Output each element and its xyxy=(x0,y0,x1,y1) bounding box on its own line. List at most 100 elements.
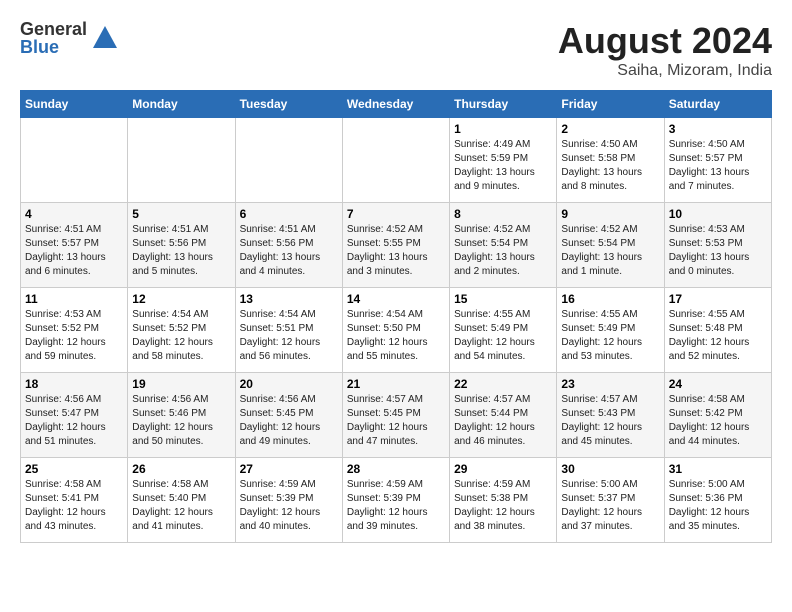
calendar-cell: 31 Sunrise: 5:00 AM Sunset: 5:36 PM Dayli… xyxy=(664,458,771,543)
column-header-sunday: Sunday xyxy=(21,91,128,118)
calendar-cell xyxy=(128,118,235,203)
calendar-week-1: 1 Sunrise: 4:49 AM Sunset: 5:59 PM Daylig… xyxy=(21,118,772,203)
calendar-week-2: 4 Sunrise: 4:51 AM Sunset: 5:57 PM Daylig… xyxy=(21,203,772,288)
day-info: Sunrise: 4:59 AM Sunset: 5:39 PM Dayligh… xyxy=(347,478,445,534)
calendar-cell: 10 Sunrise: 4:53 AM Sunset: 5:53 PM Dayli… xyxy=(664,203,771,288)
calendar-cell: 3 Sunrise: 4:50 AM Sunset: 5:57 PM Daylig… xyxy=(664,118,771,203)
day-number: 30 xyxy=(561,462,659,476)
day-number: 23 xyxy=(561,377,659,391)
day-info: Sunrise: 4:59 AM Sunset: 5:38 PM Dayligh… xyxy=(454,478,552,534)
calendar-cell: 1 Sunrise: 4:49 AM Sunset: 5:59 PM Daylig… xyxy=(450,118,557,203)
calendar-cell: 4 Sunrise: 4:51 AM Sunset: 5:57 PM Daylig… xyxy=(21,203,128,288)
calendar-cell: 25 Sunrise: 4:58 AM Sunset: 5:41 PM Dayli… xyxy=(21,458,128,543)
day-number: 4 xyxy=(25,207,123,221)
calendar-cell: 6Sunrise: 4:51 AM Sunset: 5:56 PM Daylig… xyxy=(235,203,342,288)
day-info: Sunrise: 4:56 AM Sunset: 5:47 PM Dayligh… xyxy=(25,393,123,449)
calendar-cell: 24 Sunrise: 4:58 AM Sunset: 5:42 PM Dayli… xyxy=(664,373,771,458)
calendar-cell xyxy=(235,118,342,203)
day-info: Sunrise: 5:00 AM Sunset: 5:37 PM Dayligh… xyxy=(561,478,659,534)
column-header-thursday: Thursday xyxy=(450,91,557,118)
day-info: Sunrise: 4:50 AM Sunset: 5:57 PM Dayligh… xyxy=(669,138,767,194)
calendar-cell: 23 Sunrise: 4:57 AM Sunset: 5:43 PM Dayli… xyxy=(557,373,664,458)
column-header-wednesday: Wednesday xyxy=(342,91,449,118)
day-number: 2 xyxy=(561,122,659,136)
calendar-cell: 21 Sunrise: 4:57 AM Sunset: 5:45 PM Dayli… xyxy=(342,373,449,458)
day-info: Sunrise: 4:54 AM Sunset: 5:50 PM Dayligh… xyxy=(347,308,445,364)
calendar-cell: 12 Sunrise: 4:54 AM Sunset: 5:52 PM Dayli… xyxy=(128,288,235,373)
day-number: 13 xyxy=(240,292,338,306)
calendar-cell xyxy=(21,118,128,203)
day-info: Sunrise: 4:54 AM Sunset: 5:51 PM Dayligh… xyxy=(240,308,338,364)
page-header: General Blue August 2024 Saiha, Mizoram,… xyxy=(20,20,772,80)
logo: General Blue xyxy=(20,20,119,56)
calendar-cell: 14 Sunrise: 4:54 AM Sunset: 5:50 PM Dayli… xyxy=(342,288,449,373)
day-number: 26 xyxy=(132,462,230,476)
day-info: Sunrise: 4:57 AM Sunset: 5:45 PM Dayligh… xyxy=(347,393,445,449)
location: Saiha, Mizoram, India xyxy=(558,62,772,80)
calendar-cell: 8Sunrise: 4:52 AM Sunset: 5:54 PM Daylig… xyxy=(450,203,557,288)
day-info: Sunrise: 4:51 AM Sunset: 5:57 PM Dayligh… xyxy=(25,223,123,279)
month-year: August 2024 xyxy=(558,20,772,62)
day-number: 21 xyxy=(347,377,445,391)
day-info: Sunrise: 4:52 AM Sunset: 5:54 PM Dayligh… xyxy=(454,223,552,279)
calendar-week-5: 25 Sunrise: 4:58 AM Sunset: 5:41 PM Dayli… xyxy=(21,458,772,543)
calendar-cell: 16 Sunrise: 4:55 AM Sunset: 5:49 PM Dayli… xyxy=(557,288,664,373)
day-number: 5 xyxy=(132,207,230,221)
calendar-cell: 7 Sunrise: 4:52 AM Sunset: 5:55 PM Daylig… xyxy=(342,203,449,288)
day-info: Sunrise: 4:53 AM Sunset: 5:52 PM Dayligh… xyxy=(25,308,123,364)
day-number: 11 xyxy=(25,292,123,306)
day-number: 22 xyxy=(454,377,552,391)
calendar-cell: 19 Sunrise: 4:56 AM Sunset: 5:46 PM Dayli… xyxy=(128,373,235,458)
logo-blue-text: Blue xyxy=(20,38,87,56)
calendar-cell xyxy=(342,118,449,203)
day-number: 17 xyxy=(669,292,767,306)
day-info: Sunrise: 4:58 AM Sunset: 5:41 PM Dayligh… xyxy=(25,478,123,534)
day-info: Sunrise: 4:49 AM Sunset: 5:59 PM Dayligh… xyxy=(454,138,552,194)
day-info: Sunrise: 4:51 AM Sunset: 5:56 PM Dayligh… xyxy=(132,223,230,279)
day-number: 25 xyxy=(25,462,123,476)
day-number: 27 xyxy=(240,462,338,476)
day-number: 31 xyxy=(669,462,767,476)
day-number: 15 xyxy=(454,292,552,306)
day-number: 9 xyxy=(561,207,659,221)
calendar-cell: 30 Sunrise: 5:00 AM Sunset: 5:37 PM Dayli… xyxy=(557,458,664,543)
calendar-table: SundayMondayTuesdayWednesdayThursdayFrid… xyxy=(20,90,772,543)
day-info: Sunrise: 4:56 AM Sunset: 5:46 PM Dayligh… xyxy=(132,393,230,449)
day-info: Sunrise: 4:53 AM Sunset: 5:53 PM Dayligh… xyxy=(669,223,767,279)
day-info: Sunrise: 4:58 AM Sunset: 5:42 PM Dayligh… xyxy=(669,393,767,449)
logo-icon xyxy=(91,24,119,52)
day-info: Sunrise: 4:54 AM Sunset: 5:52 PM Dayligh… xyxy=(132,308,230,364)
day-number: 12 xyxy=(132,292,230,306)
day-info: Sunrise: 4:57 AM Sunset: 5:44 PM Dayligh… xyxy=(454,393,552,449)
calendar-cell: 20Sunrise: 4:56 AM Sunset: 5:45 PM Dayli… xyxy=(235,373,342,458)
day-info: Sunrise: 4:55 AM Sunset: 5:49 PM Dayligh… xyxy=(561,308,659,364)
logo-general-text: General xyxy=(20,20,87,38)
day-info: Sunrise: 4:52 AM Sunset: 5:55 PM Dayligh… xyxy=(347,223,445,279)
calendar-cell: 26Sunrise: 4:58 AM Sunset: 5:40 PM Dayli… xyxy=(128,458,235,543)
calendar-cell: 18 Sunrise: 4:56 AM Sunset: 5:47 PM Dayli… xyxy=(21,373,128,458)
day-number: 18 xyxy=(25,377,123,391)
day-number: 3 xyxy=(669,122,767,136)
day-info: Sunrise: 5:00 AM Sunset: 5:36 PM Dayligh… xyxy=(669,478,767,534)
day-number: 14 xyxy=(347,292,445,306)
calendar-cell: 29Sunrise: 4:59 AM Sunset: 5:38 PM Dayli… xyxy=(450,458,557,543)
calendar-cell: 9Sunrise: 4:52 AM Sunset: 5:54 PM Daylig… xyxy=(557,203,664,288)
day-number: 6 xyxy=(240,207,338,221)
calendar-cell: 28Sunrise: 4:59 AM Sunset: 5:39 PM Dayli… xyxy=(342,458,449,543)
title-block: August 2024 Saiha, Mizoram, India xyxy=(558,20,772,80)
day-info: Sunrise: 4:57 AM Sunset: 5:43 PM Dayligh… xyxy=(561,393,659,449)
calendar-cell: 17Sunrise: 4:55 AM Sunset: 5:48 PM Dayli… xyxy=(664,288,771,373)
calendar-cell: 2Sunrise: 4:50 AM Sunset: 5:58 PM Daylig… xyxy=(557,118,664,203)
day-number: 7 xyxy=(347,207,445,221)
calendar-cell: 15Sunrise: 4:55 AM Sunset: 5:49 PM Dayli… xyxy=(450,288,557,373)
day-number: 20 xyxy=(240,377,338,391)
day-number: 24 xyxy=(669,377,767,391)
column-header-tuesday: Tuesday xyxy=(235,91,342,118)
day-number: 1 xyxy=(454,122,552,136)
calendar-header-row: SundayMondayTuesdayWednesdayThursdayFrid… xyxy=(21,91,772,118)
calendar-cell: 5 Sunrise: 4:51 AM Sunset: 5:56 PM Daylig… xyxy=(128,203,235,288)
day-number: 10 xyxy=(669,207,767,221)
calendar-week-3: 11 Sunrise: 4:53 AM Sunset: 5:52 PM Dayli… xyxy=(21,288,772,373)
day-number: 16 xyxy=(561,292,659,306)
day-number: 19 xyxy=(132,377,230,391)
